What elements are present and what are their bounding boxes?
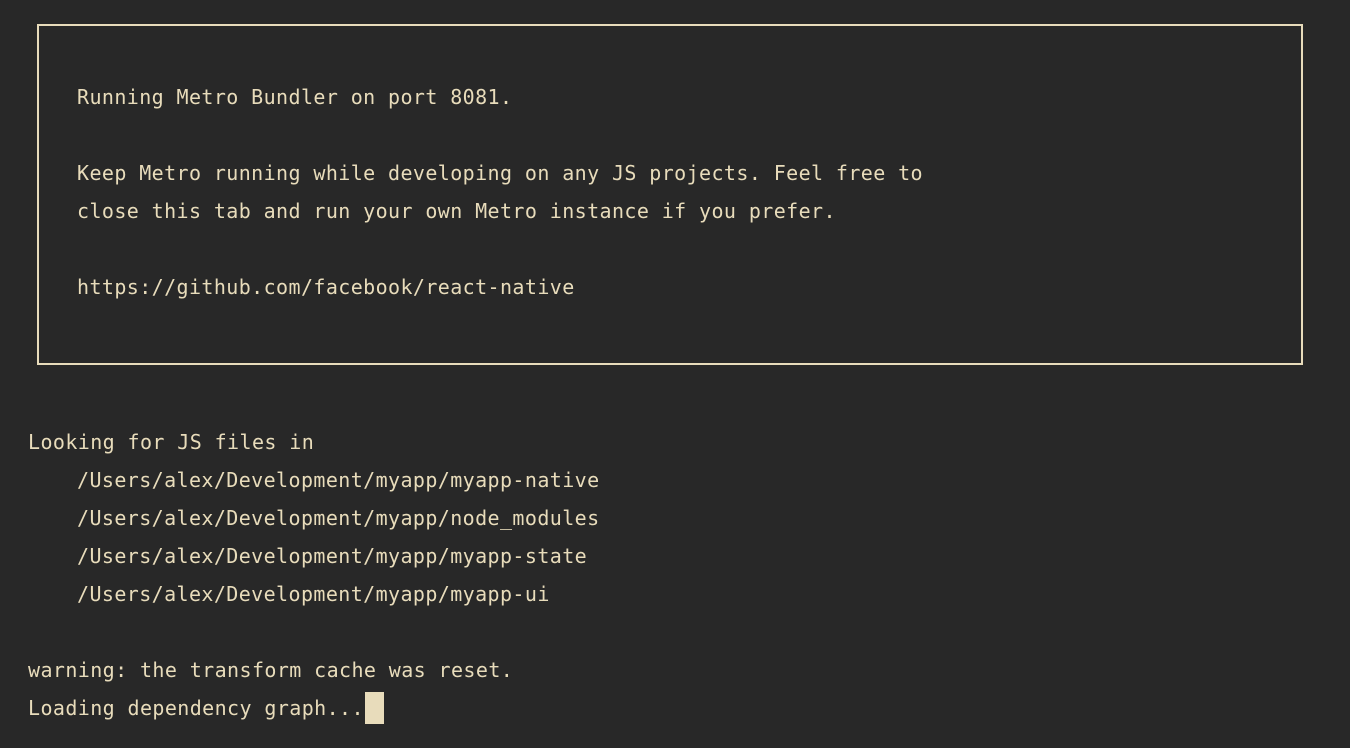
banner-running-line: Running Metro Bundler on port 8081. — [77, 85, 513, 109]
metro-banner-content: Running Metro Bundler on port 8081. Keep… — [39, 26, 1301, 306]
watched-path-item: /Users/alex/Development/myapp/myapp-ui — [77, 582, 550, 606]
terminal-window[interactable]: Running Metro Bundler on port 8081. Keep… — [0, 0, 1350, 748]
block-cursor — [364, 692, 384, 724]
transform-cache-warning: warning: the transform cache was reset. — [28, 658, 514, 682]
terminal-output: Looking for JS files in /Users/alex/Deve… — [28, 423, 1328, 727]
banner-repo-url[interactable]: https://github.com/facebook/react-native — [77, 268, 1301, 306]
output-spacer — [28, 613, 1328, 651]
banner-keep-metro-line-2: close this tab and run your own Metro in… — [77, 199, 836, 223]
banner-spacer-2 — [77, 230, 1301, 268]
watched-path-item: /Users/alex/Development/myapp/node_modul… — [77, 506, 600, 530]
looking-for-js-files-header: Looking for JS files in — [28, 430, 315, 454]
loading-dependency-graph-line: Loading dependency graph... — [28, 689, 1328, 727]
metro-banner-box: Running Metro Bundler on port 8081. Keep… — [37, 24, 1303, 365]
watched-path-item: /Users/alex/Development/myapp/myapp-stat… — [77, 544, 588, 568]
banner-spacer-1 — [77, 116, 1301, 154]
watched-path-item: /Users/alex/Development/myapp/myapp-nati… — [77, 468, 600, 492]
banner-keep-metro-line-1: Keep Metro running while developing on a… — [77, 161, 923, 185]
loading-dependency-graph-text: Loading dependency graph... — [28, 696, 364, 720]
